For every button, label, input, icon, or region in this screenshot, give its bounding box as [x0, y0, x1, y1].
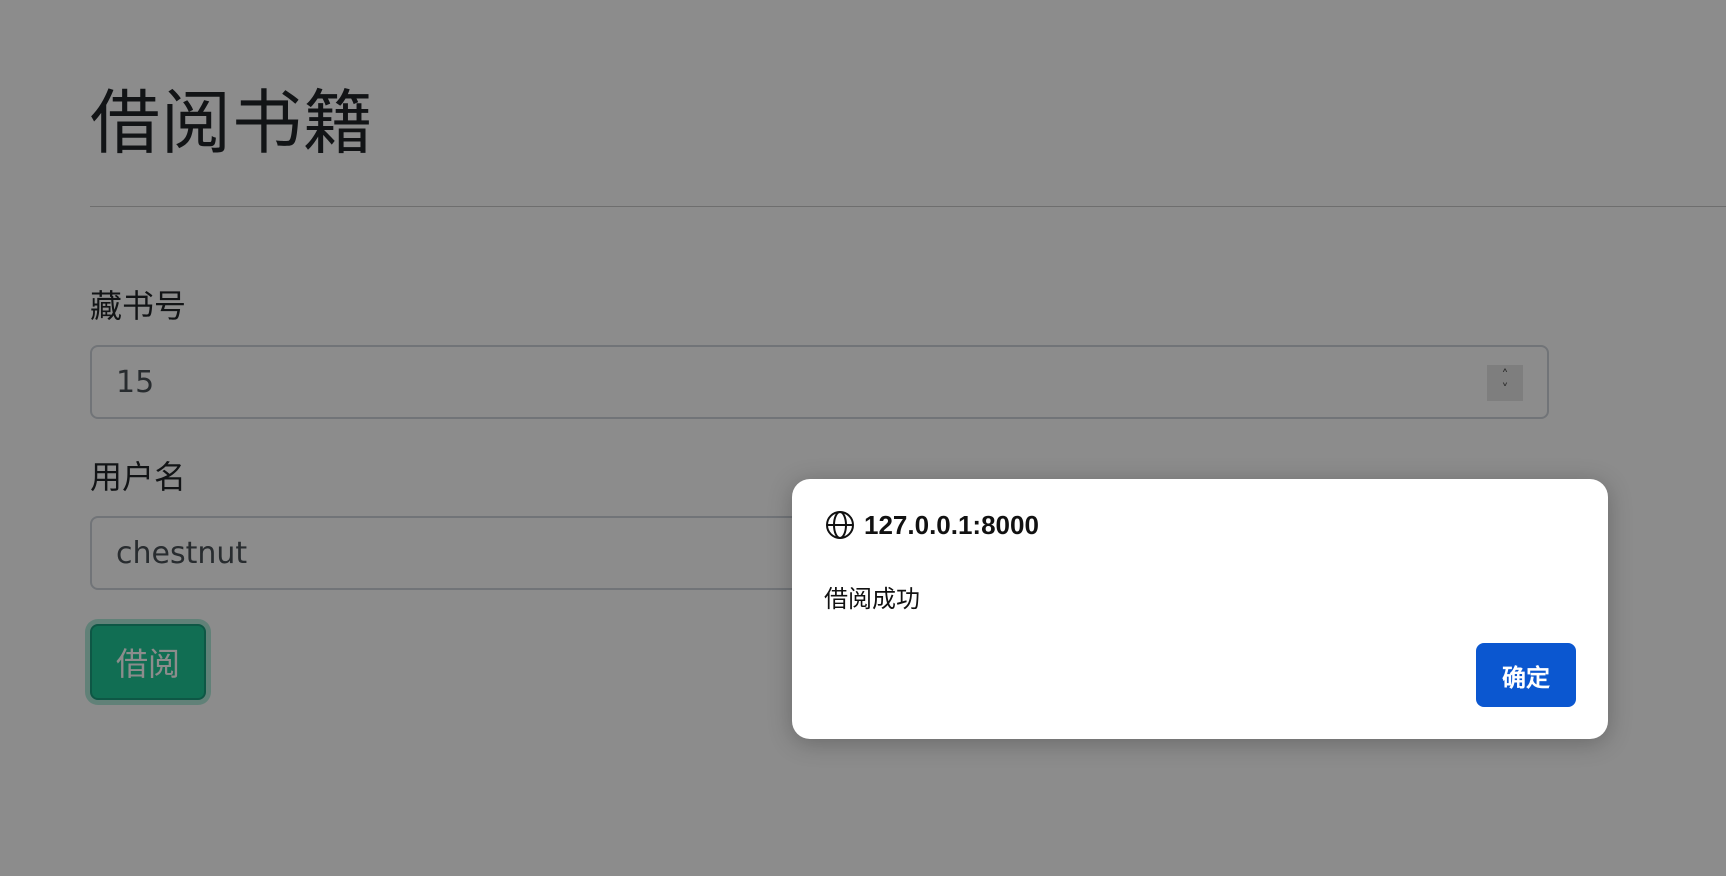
dialog-origin: 127.0.0.1:8000 — [864, 509, 1039, 540]
ok-button[interactable]: 确定 — [1476, 643, 1576, 707]
modal-overlay — [0, 0, 1726, 876]
dialog-header: 127.0.0.1:8000 — [824, 509, 1039, 541]
globe-icon — [824, 509, 856, 541]
alert-dialog: 127.0.0.1:8000 借阅成功 确定 — [792, 479, 1608, 739]
dialog-message: 借阅成功 — [824, 585, 920, 613]
